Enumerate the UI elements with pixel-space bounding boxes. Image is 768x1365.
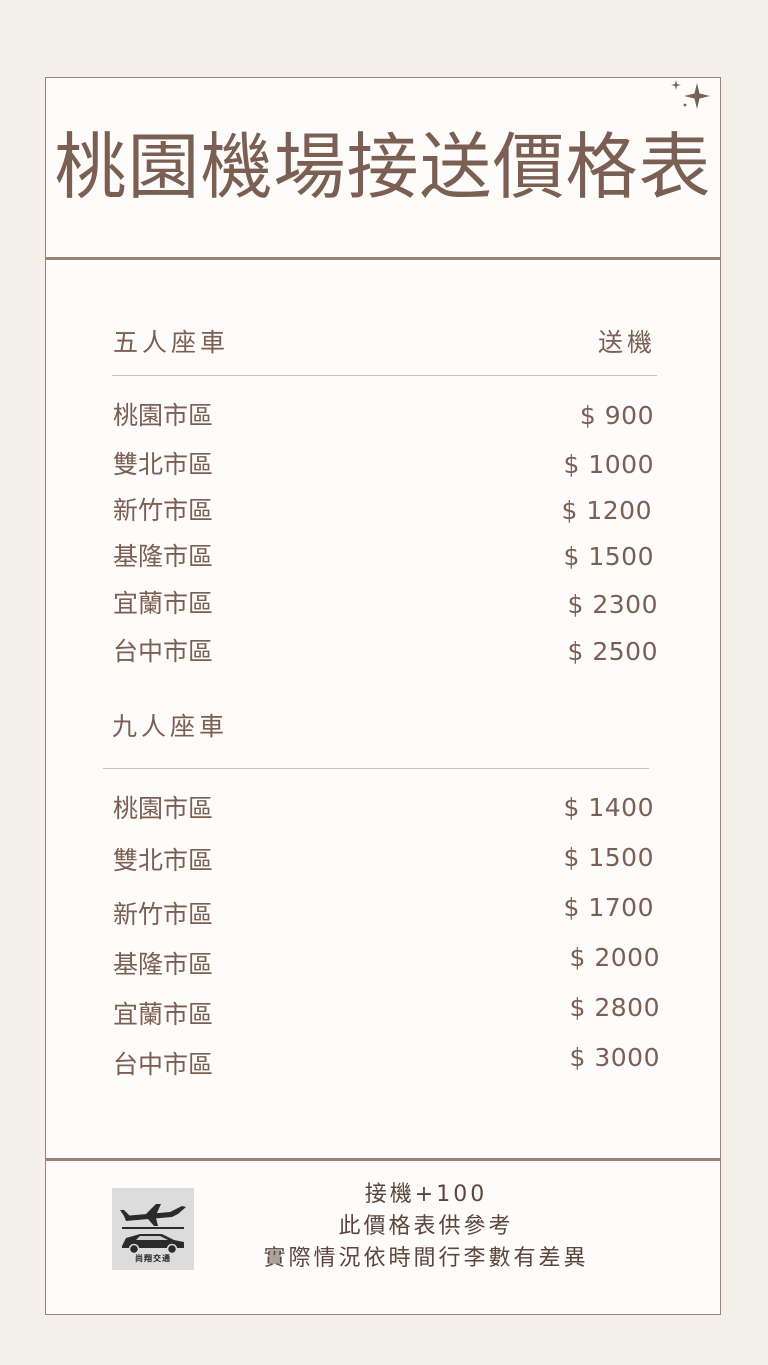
five-row-name: 雙北市區 xyxy=(113,450,214,479)
nine-row-name: 基隆市區 xyxy=(113,950,214,979)
nine-seat-label: 九人座車 xyxy=(112,712,229,741)
five-row-price: $ 1500 xyxy=(563,542,654,571)
note-pickup: 接機+100 xyxy=(364,1182,488,1207)
nine-row-name: 新竹市區 xyxy=(113,900,214,929)
five-row-name: 新竹市區 xyxy=(113,496,214,525)
five-row-name: 桃園市區 xyxy=(113,401,214,430)
five-row-price: $ 1000 xyxy=(563,450,654,479)
five-row-price: $ 2300 xyxy=(567,590,658,619)
five-row-name: 宜蘭市區 xyxy=(113,589,214,618)
five-row-name: 基隆市區 xyxy=(113,542,214,571)
five-seat-divider xyxy=(112,375,657,376)
nine-row-name: 雙北市區 xyxy=(113,846,214,875)
five-seat-label: 五人座車 xyxy=(113,328,230,357)
note-reference: 此價格表供參考 xyxy=(338,1214,514,1239)
send-column-label: 送機 xyxy=(597,328,656,357)
nine-row-name: 台中市區 xyxy=(113,1050,214,1079)
nine-row-price: $ 2800 xyxy=(569,993,660,1022)
price-card: 桃園機場接送價格表 五人座車 送機 桃園市區 $ 900 雙北市區 $ 1000… xyxy=(45,77,721,1315)
header: 桃園機場接送價格表 xyxy=(46,78,720,260)
five-row-price: $ 900 xyxy=(579,401,654,430)
footer: 尚翔交通 接機+100 此價格表供參考 實際情況依時間行李數有差異 xyxy=(46,1158,720,1316)
five-row-price: $ 1200 xyxy=(561,496,652,525)
nine-row-name: 桃園市區 xyxy=(113,794,214,823)
nine-seat-divider xyxy=(103,768,649,769)
nine-row-price: $ 2000 xyxy=(569,943,660,972)
logo-text: 尚翔交通 xyxy=(135,1254,171,1263)
five-row-price: $ 2500 xyxy=(567,637,658,666)
sparkle-icon xyxy=(671,80,710,109)
five-row-name: 台中市區 xyxy=(113,637,214,666)
nine-row-price: $ 1400 xyxy=(563,793,654,822)
nine-row-price: $ 1500 xyxy=(563,843,654,872)
note-disclaimer: 實際情況依時間行李數有差異 xyxy=(263,1246,589,1271)
company-logo: 尚翔交通 xyxy=(112,1188,194,1270)
nine-row-price: $ 3000 xyxy=(569,1043,660,1072)
nine-row-price: $ 1700 xyxy=(563,893,654,922)
nine-row-name: 宜蘭市區 xyxy=(113,1000,214,1029)
page-title: 桃園機場接送價格表 xyxy=(54,125,712,209)
